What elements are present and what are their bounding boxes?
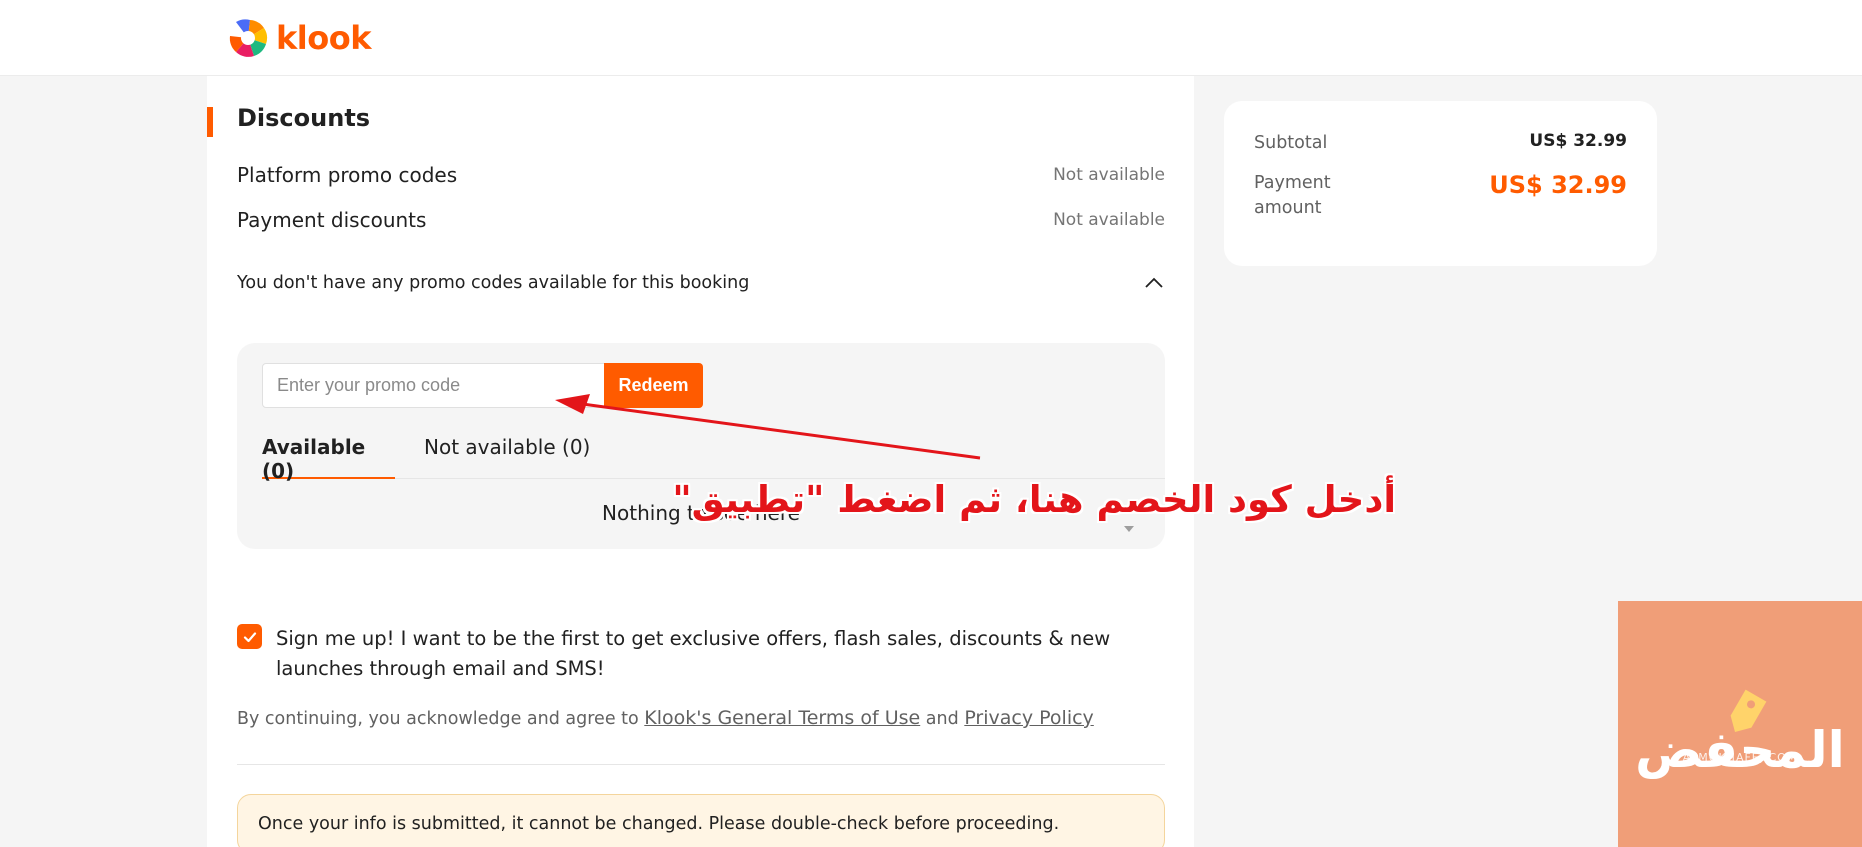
payment-amount-value: US$ 32.99 [1489,171,1627,199]
annotation-text: أدخل كود الخصم هنا، ثم اضغط "تطبيق" [672,478,1396,521]
chevron-up-icon[interactable] [1143,272,1165,294]
legal-prefix: By continuing, you acknowledge and agree… [237,709,639,729]
scroll-down-icon[interactable] [1124,526,1134,532]
klook-logo[interactable]: klook [226,16,372,60]
watermark-badge: المحفض ALMOKHAFEJ.COM [1618,601,1862,847]
legal-conjunction: and [925,709,959,729]
payment-amount-label-line1: Payment [1254,173,1331,193]
promo-collapse-toggle[interactable]: You don't have any promo codes available… [237,272,1165,294]
submission-warning-notice: Once your info is submitted, it cannot b… [237,794,1165,847]
platform-promo-status: Not available [1053,165,1165,185]
payment-amount-label: Payment amount [1254,171,1331,221]
price-summary-card: Subtotal US$ 32.99 Payment amount US$ 32… [1224,101,1657,266]
klook-logo-icon [229,19,268,57]
subtotal-value: US$ 32.99 [1529,131,1627,151]
logo-text: klook [276,19,372,57]
checkmark-icon [243,631,256,642]
subtotal-label: Subtotal [1254,133,1328,153]
terms-of-use-link[interactable]: Klook's General Terms of Use [644,707,920,729]
promo-code-input[interactable] [262,363,606,408]
promo-collapse-text: You don't have any promo codes available… [237,273,750,293]
payment-amount-row: Payment amount US$ 32.99 [1254,171,1627,221]
signup-text: Sign me up! I want to be the first to ge… [276,627,1111,680]
signup-checkbox[interactable] [237,624,262,649]
platform-promo-label: Platform promo codes [237,163,458,187]
section-accent-bar [207,107,213,137]
discounts-title: Discounts [237,104,371,132]
payment-discounts-row: Payment discounts Not available [237,208,1165,232]
redeem-button[interactable]: Redeem [604,363,703,408]
section-divider [237,764,1165,765]
subtotal-row: Subtotal US$ 32.99 [1254,131,1627,156]
platform-promo-row: Platform promo codes Not available [237,163,1165,187]
payment-discounts-label: Payment discounts [237,208,427,232]
top-header: klook [0,0,1862,76]
privacy-policy-link[interactable]: Privacy Policy [964,707,1093,729]
watermark-brand: المحفض [1635,721,1845,779]
promo-tabs: Available (0) Not available (0) [262,435,1165,483]
legal-notice: By continuing, you acknowledge and agree… [237,707,1094,729]
watermark-domain: ALMOKHAFEJ.COM [1682,751,1798,764]
tab-not-available[interactable]: Not available (0) [424,435,590,479]
payment-discounts-status: Not available [1053,210,1165,230]
tab-available[interactable]: Available (0) [262,435,395,483]
payment-amount-label-line2: amount [1254,198,1322,218]
